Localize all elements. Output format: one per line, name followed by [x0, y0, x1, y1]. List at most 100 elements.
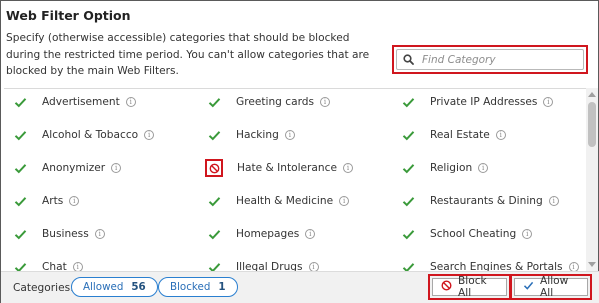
info-icon[interactable]: i — [144, 130, 155, 140]
info-icon[interactable]: i — [284, 130, 295, 140]
category-label: Illegal Drugs — [236, 261, 303, 271]
category-item-alcohol-and-tobacco[interactable]: Alcohol & Tobacco i — [12, 125, 155, 145]
category-label: Private IP Addresses — [430, 96, 538, 108]
checkmark-icon[interactable] — [12, 94, 28, 110]
panel-description: Specify (otherwise accessible) categorie… — [6, 32, 370, 77]
scroll-thumb[interactable] — [588, 102, 596, 147]
category-label: Anonymizer — [42, 162, 106, 174]
category-label: Greeting cards — [236, 96, 314, 108]
category-item-homepages[interactable]: Homepages i — [206, 224, 316, 244]
category-label: School Cheating — [430, 228, 517, 240]
info-icon[interactable]: i — [342, 163, 353, 173]
categories-label: Categories: — [13, 282, 74, 294]
category-item-search-engines-and-portals[interactable]: Search Engines & Portals i — [400, 257, 579, 271]
allowed-filter-pill[interactable]: Allowed 56 — [71, 277, 158, 297]
category-label: Alcohol & Tobacco — [42, 129, 139, 141]
category-item-advertisement[interactable]: Advertisement i — [12, 92, 136, 112]
info-icon[interactable]: i — [111, 163, 122, 173]
blocked-icon[interactable] — [205, 159, 223, 177]
category-item-business[interactable]: Business i — [12, 224, 105, 244]
info-icon[interactable]: i — [495, 130, 506, 140]
block-icon — [441, 280, 458, 294]
checkmark-icon[interactable] — [400, 127, 416, 143]
allow-all-highlight: Allow All — [510, 274, 592, 300]
info-icon[interactable]: i — [69, 196, 80, 206]
allowed-count: 56 — [131, 281, 146, 293]
checkmark-icon[interactable] — [400, 94, 416, 110]
category-label: Homepages — [236, 228, 300, 240]
category-label: Hate & Intolerance — [237, 162, 337, 174]
info-icon[interactable]: i — [308, 262, 319, 271]
info-icon[interactable]: i — [94, 229, 105, 239]
info-icon[interactable]: i — [125, 97, 136, 107]
block-all-highlight: Block All — [428, 274, 511, 300]
scroll-down-arrow-icon[interactable] — [588, 262, 596, 267]
checkmark-icon[interactable] — [206, 193, 222, 209]
block-all-label: Block All — [458, 275, 487, 299]
info-icon[interactable]: i — [320, 97, 330, 107]
category-label: Health & Medicine — [236, 195, 334, 207]
checkmark-icon[interactable] — [400, 160, 416, 176]
checkmark-icon[interactable] — [206, 127, 222, 143]
category-item-private-ip-addresses[interactable]: Private IP Addresses i — [400, 92, 554, 112]
category-label: Arts — [42, 195, 64, 207]
checkmark-icon[interactable] — [400, 226, 416, 242]
info-icon[interactable]: i — [72, 262, 83, 271]
category-label: Search Engines & Portals — [430, 261, 563, 271]
info-icon[interactable]: i — [522, 229, 533, 239]
category-label: Real Estate — [430, 129, 490, 141]
category-item-greeting-cards[interactable]: Greeting cards i — [206, 92, 330, 112]
info-icon[interactable]: i — [339, 196, 350, 206]
checkmark-icon[interactable] — [12, 160, 28, 176]
info-icon[interactable]: i — [548, 196, 559, 206]
checkmark-icon[interactable] — [400, 259, 416, 271]
category-item-chat[interactable]: Chat i — [12, 257, 83, 271]
search-highlight: Find Category — [392, 45, 588, 74]
category-footer: Categories: Allowed 56 Blocked 1 Block A… — [1, 271, 599, 303]
checkmark-icon[interactable] — [12, 127, 28, 143]
allow-all-button[interactable]: Allow All — [514, 275, 588, 299]
info-icon[interactable]: i — [543, 97, 554, 107]
search-icon — [403, 50, 414, 69]
category-list: Advertisement i Greeting cards i Private IP … — [4, 88, 596, 271]
panel-title: Web Filter Option — [6, 8, 131, 23]
category-item-school-cheating[interactable]: School Cheating i — [400, 224, 533, 244]
category-item-health-and-medicine[interactable]: Health & Medicine i — [206, 191, 350, 211]
category-label: Religion — [430, 162, 473, 174]
scroll-up-arrow-icon[interactable] — [588, 92, 596, 97]
checkmark-icon[interactable] — [12, 193, 28, 209]
category-item-arts[interactable]: Arts i — [12, 191, 80, 211]
check-icon — [523, 280, 540, 294]
info-icon[interactable]: i — [478, 163, 489, 173]
category-item-illegal-drugs[interactable]: Illegal Drugs i — [206, 257, 319, 271]
allow-all-label: Allow All — [540, 275, 569, 299]
category-list-scrollbar[interactable] — [586, 88, 598, 271]
category-item-hacking[interactable]: Hacking i — [206, 125, 295, 145]
find-category-placeholder: Find Category — [422, 53, 496, 66]
category-label: Advertisement — [42, 96, 120, 108]
checkmark-icon[interactable] — [206, 259, 222, 271]
category-label: Hacking — [236, 129, 279, 141]
category-item-hate-and-intolerance[interactable]: Hate & Intolerance i — [205, 158, 353, 178]
blocked-label: Blocked — [170, 281, 211, 293]
category-label: Chat — [42, 261, 67, 271]
block-all-button[interactable]: Block All — [432, 275, 507, 299]
category-label: Restaurants & Dining — [430, 195, 543, 207]
blocked-filter-pill[interactable]: Blocked 1 — [158, 277, 238, 297]
info-icon[interactable]: i — [568, 262, 579, 271]
category-item-restaurants-and-dining[interactable]: Restaurants & Dining i — [400, 191, 559, 211]
blocked-count: 1 — [218, 281, 226, 293]
category-item-religion[interactable]: Religion i — [400, 158, 489, 178]
category-label: Business — [42, 228, 89, 240]
checkmark-icon[interactable] — [12, 259, 28, 271]
category-item-anonymizer[interactable]: Anonymizer i — [12, 158, 122, 178]
checkmark-icon[interactable] — [206, 226, 222, 242]
allowed-label: Allowed — [83, 281, 124, 293]
find-category-input[interactable]: Find Category — [396, 49, 584, 70]
checkmark-icon[interactable] — [12, 226, 28, 242]
category-item-real-estate[interactable]: Real Estate i — [400, 125, 506, 145]
checkmark-icon[interactable] — [400, 193, 416, 209]
web-filter-panel: Web Filter Option Specify (otherwise acc… — [0, 0, 599, 303]
checkmark-icon[interactable] — [206, 94, 222, 110]
info-icon[interactable]: i — [305, 229, 316, 239]
